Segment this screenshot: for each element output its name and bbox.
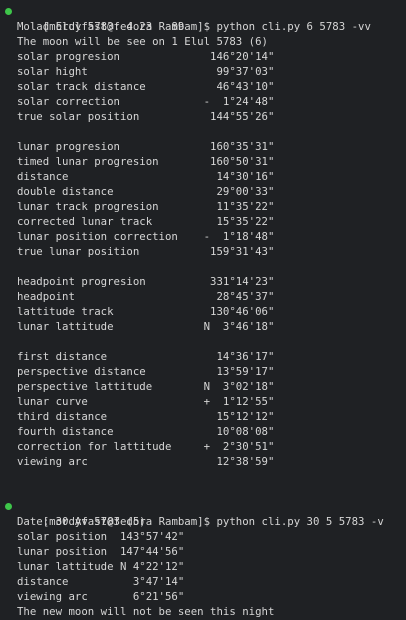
output-line: lunar position 147°44'56" bbox=[17, 545, 185, 558]
output-group: Molad Elul 5783: 4 23 89 The moon will b… bbox=[0, 19, 406, 124]
command-prompt-2: [mordyfast@fedora Rambam]$ python cli.py… bbox=[0, 499, 406, 528]
output-line: Molad Elul 5783: 4 23 89 bbox=[17, 20, 185, 33]
output-line: Date: 30 Av 5783 (5) bbox=[17, 515, 146, 528]
output-line: corrected lunar track 15°35'22" bbox=[17, 215, 275, 228]
output-line: lunar track progresion 11°35'22" bbox=[17, 200, 275, 213]
output-line: true lunar position 159°31'43" bbox=[17, 245, 275, 258]
output-line: double distance 29°00'33" bbox=[17, 185, 275, 198]
output-line: solar track distance 46°43'10" bbox=[17, 80, 275, 93]
output-line: The moon will be see on 1 Elul 5783 (6) bbox=[17, 35, 268, 48]
output-line: solar hight 99°37'03" bbox=[17, 65, 275, 78]
prompt-status-dot-icon bbox=[5, 8, 12, 15]
prompt-status-dot-icon bbox=[5, 503, 12, 510]
output-line: third distance 15°12'12" bbox=[17, 410, 275, 423]
output-line: distance 3°47'14" bbox=[17, 575, 185, 588]
output-line: lunar position correction - 1°18'48" bbox=[17, 230, 275, 243]
output-line: headpoint 28°45'37" bbox=[17, 290, 275, 303]
output-group: Date: 30 Av 5783 (5) solar position 143°… bbox=[0, 514, 406, 619]
output-line: viewing arc 12°38'59" bbox=[17, 455, 275, 468]
output-line: lunar curve + 1°12'55" bbox=[17, 395, 275, 408]
output-line: lunar lattitude N 4°22'12" bbox=[17, 560, 185, 573]
output-line: first distance 14°36'17" bbox=[17, 350, 275, 363]
output-line: lunar progresion 160°35'31" bbox=[17, 140, 275, 153]
output-line: lattitude track 130°46'06" bbox=[17, 305, 275, 318]
output-group: first distance 14°36'17" perspective dis… bbox=[0, 349, 406, 469]
output-line: fourth distance 10°08'08" bbox=[17, 425, 275, 438]
output-line: viewing arc 6°21'56" bbox=[17, 590, 185, 603]
output-line: perspective lattitude N 3°02'18" bbox=[17, 380, 275, 393]
output-line: headpoint progresion 331°14'23" bbox=[17, 275, 275, 288]
output-line: timed lunar progresion 160°50'31" bbox=[17, 155, 275, 168]
output-line: true solar position 144°55'26" bbox=[17, 110, 275, 123]
output-line: distance 14°30'16" bbox=[17, 170, 275, 183]
output-line: solar position 143°57'42" bbox=[17, 530, 185, 543]
output-line: lunar lattitude N 3°46'18" bbox=[17, 320, 275, 333]
output-line: The new moon will not be seen this night bbox=[17, 605, 275, 618]
output-line: perspective distance 13°59'17" bbox=[17, 365, 275, 378]
output-group: headpoint progresion 331°14'23" headpoin… bbox=[0, 274, 406, 334]
output-line: solar correction - 1°24'48" bbox=[17, 95, 275, 108]
terminal-window[interactable]: [mordyfast@fedora Rambam]$ python cli.py… bbox=[0, 0, 406, 620]
output-line: correction for lattitude + 2°30'51" bbox=[17, 440, 275, 453]
output-group: lunar progresion 160°35'31" timed lunar … bbox=[0, 139, 406, 259]
command-prompt-1: [mordyfast@fedora Rambam]$ python cli.py… bbox=[0, 4, 406, 33]
output-line: solar progresion 146°20'14" bbox=[17, 50, 275, 63]
